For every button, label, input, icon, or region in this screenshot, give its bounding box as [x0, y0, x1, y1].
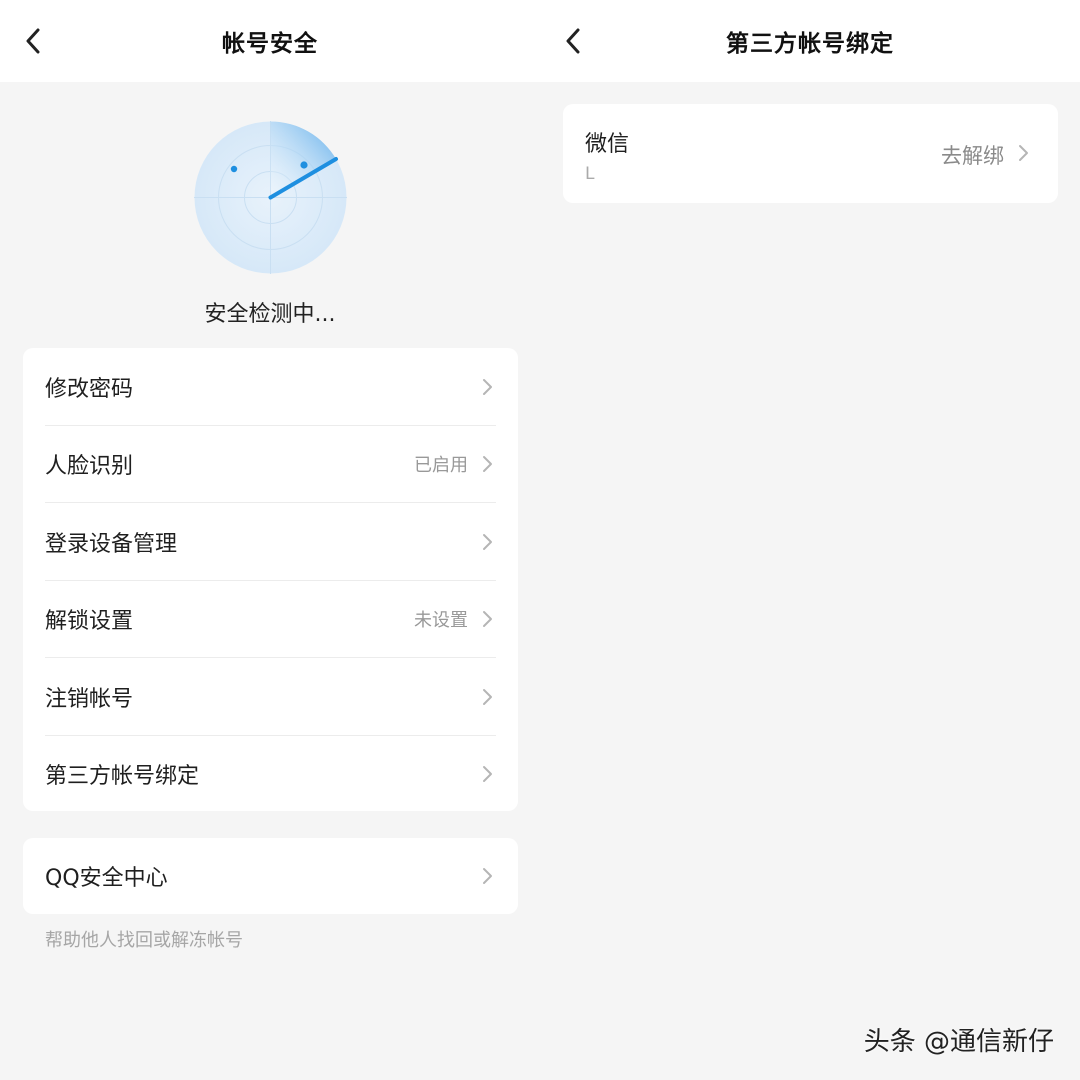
chevron-left-icon: [566, 28, 580, 54]
page-title: 第三方帐号绑定: [726, 31, 894, 57]
row-label: QQ安全中心: [45, 866, 168, 891]
chevron-left-icon: [26, 28, 40, 54]
row-face-recognition[interactable]: 人脸识别 已启用: [23, 426, 518, 504]
back-button[interactable]: [558, 26, 588, 56]
page-title: 帐号安全: [222, 31, 318, 57]
unbind-label: 去解绑: [941, 144, 1004, 168]
nav-bar: 第三方帐号绑定: [540, 0, 1080, 82]
row-unlock-settings[interactable]: 解锁设置 未设置: [23, 581, 518, 659]
chevron-right-icon: [482, 610, 496, 628]
account-security-screen: 帐号安全 安全检测中... 修改密码 人脸识别 已启用 登录设备管理 解锁设置 …: [0, 0, 540, 1080]
row-device-management[interactable]: 登录设备管理: [23, 503, 518, 581]
binding-account-sub: L: [585, 164, 595, 184]
radar-scan-icon: [194, 121, 347, 274]
qq-center-hint: 帮助他人找回或解冻帐号: [45, 930, 243, 951]
row-third-party-binding[interactable]: 第三方帐号绑定: [23, 736, 518, 814]
row-label: 注销帐号: [45, 686, 134, 712]
row-label: 修改密码: [45, 376, 134, 402]
row-value: 未设置: [414, 610, 468, 632]
chevron-right-icon: [482, 455, 496, 473]
wechat-binding-card: 微信 L 去解绑: [563, 104, 1058, 203]
scan-status-text: 安全检测中...: [204, 302, 336, 327]
row-label: 解锁设置: [45, 609, 134, 635]
qq-security-center-card: QQ安全中心: [23, 838, 518, 914]
chevron-right-icon: [482, 378, 496, 396]
row-label: 第三方帐号绑定: [45, 764, 200, 790]
chevron-right-icon: [482, 533, 496, 551]
row-delete-account[interactable]: 注销帐号: [23, 658, 518, 736]
chevron-right-icon: [482, 867, 496, 885]
row-label: 人脸识别: [45, 454, 134, 480]
binding-account-name: 微信: [585, 132, 630, 157]
unbind-button[interactable]: 去解绑: [941, 140, 1030, 170]
row-label: 登录设备管理: [45, 531, 178, 557]
row-value: 已启用: [414, 455, 468, 477]
chevron-right-icon: [482, 765, 496, 783]
watermark: 头条 @通信新仔: [863, 1027, 1054, 1057]
third-party-binding-screen: 第三方帐号绑定 微信 L 去解绑: [540, 0, 1080, 1080]
chevron-right-icon: [1018, 144, 1030, 166]
chevron-right-icon: [482, 688, 496, 706]
row-change-password[interactable]: 修改密码: [23, 348, 518, 426]
nav-bar: 帐号安全: [0, 0, 540, 82]
row-qq-security-center[interactable]: QQ安全中心: [23, 838, 518, 914]
security-options-card: 修改密码 人脸识别 已启用 登录设备管理 解锁设置 未设置 注销帐号 第三方帐号…: [23, 348, 518, 811]
back-button[interactable]: [18, 26, 48, 56]
